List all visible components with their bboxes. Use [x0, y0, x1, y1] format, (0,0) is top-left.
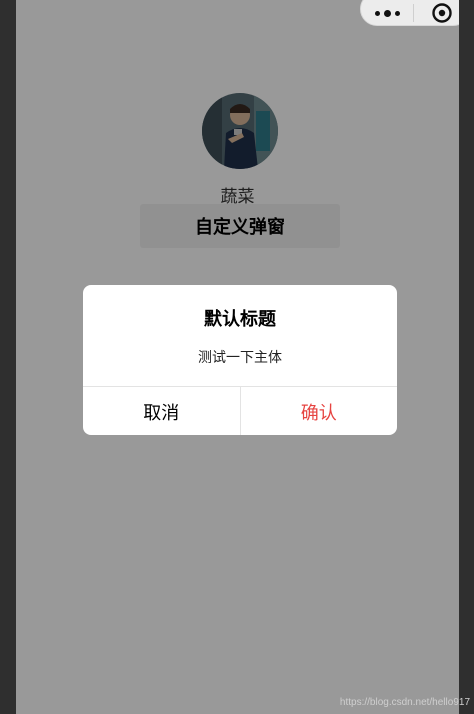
- dialog-actions: 取消 确认: [83, 386, 397, 435]
- target-close-icon[interactable]: [414, 0, 459, 29]
- dialog-content: 测试一下主体: [198, 350, 282, 366]
- confirm-button[interactable]: 确认: [241, 387, 398, 435]
- capsule-menu: [360, 0, 459, 26]
- watermark: https://blog.csdn.net/hello917: [339, 697, 470, 708]
- cancel-button[interactable]: 取消: [83, 387, 241, 435]
- more-dots-icon[interactable]: [361, 0, 413, 29]
- mini-program-screen: 蔬菜 自定义弹窗 默认标题 测试一下主体 取消 确认: [16, 0, 459, 714]
- dialog-title: 默认标题: [204, 309, 276, 330]
- modal-dialog: 默认标题 测试一下主体 取消 确认: [83, 285, 397, 435]
- device-frame: 蔬菜 自定义弹窗 默认标题 测试一下主体 取消 确认 https://blog.…: [0, 0, 474, 714]
